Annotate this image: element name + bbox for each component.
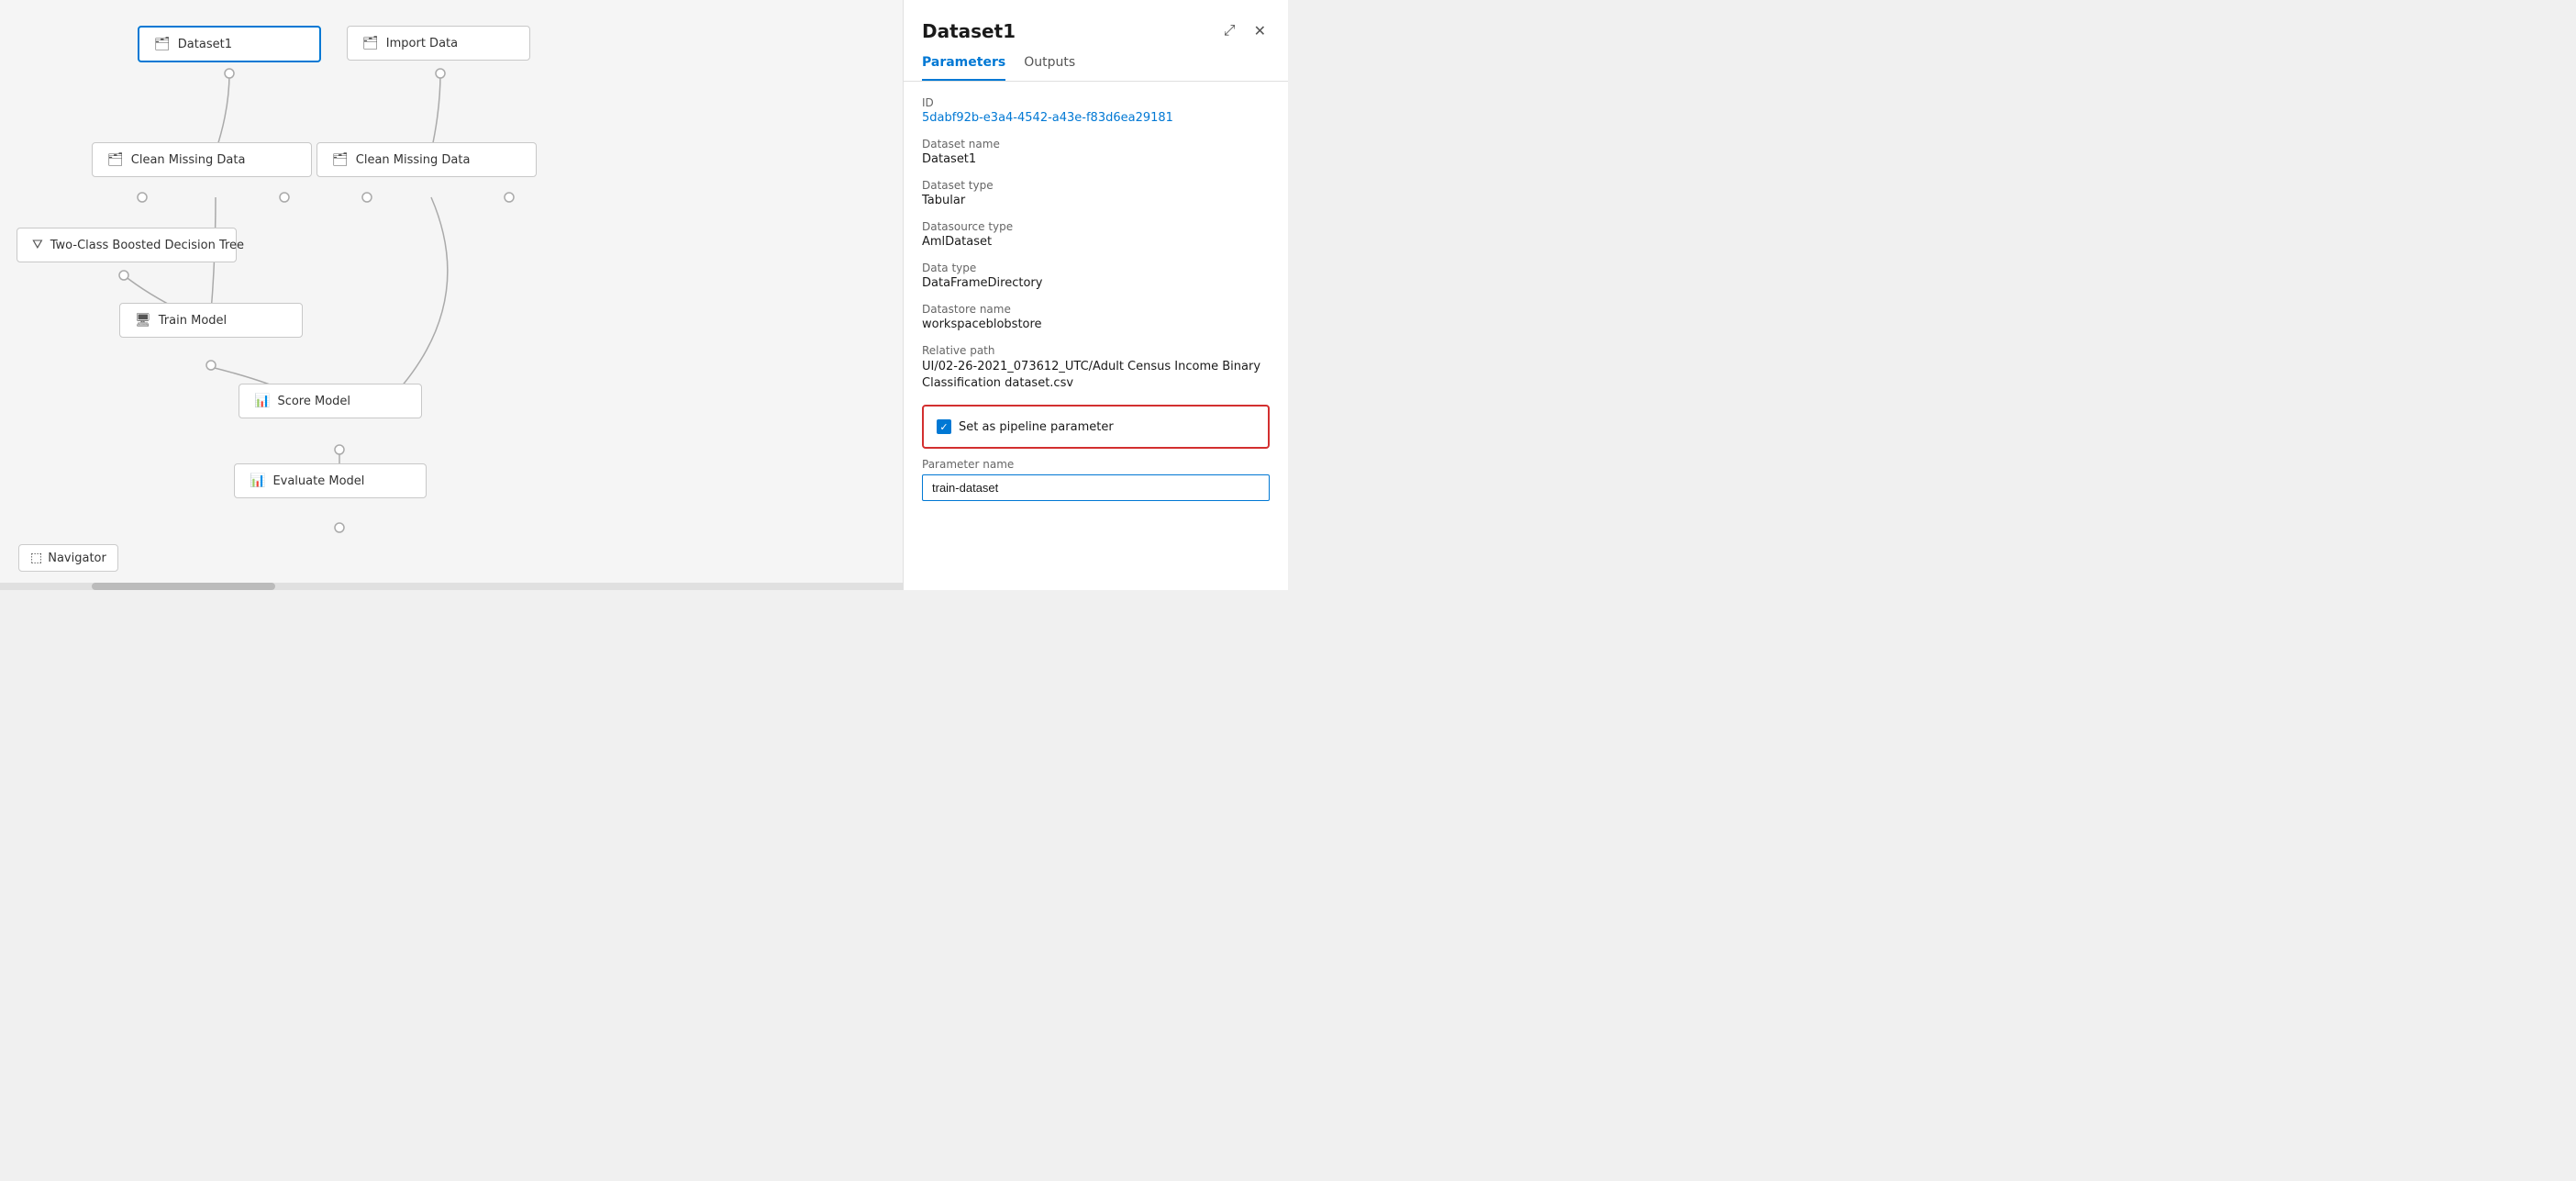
canvas-scrollbar-thumb[interactable] <box>92 583 275 590</box>
field-datasource-type-label: Datasource type <box>922 220 1270 233</box>
score-model-icon: 📊 <box>254 394 270 408</box>
node-clean-missing-2[interactable]: 🗂 Clean Missing Data <box>316 142 537 177</box>
node-evaluate-model[interactable]: 📊 Evaluate Model <box>234 463 427 498</box>
node-dataset1[interactable]: 🗂 Dataset1 <box>138 26 321 62</box>
pipeline-param-checkbox[interactable]: ✓ <box>937 419 951 434</box>
node-clean-missing-2-label: Clean Missing Data <box>356 153 471 167</box>
close-button[interactable]: ✕ <box>1250 18 1270 44</box>
field-datastore-name-label: Datastore name <box>922 303 1270 316</box>
evaluate-model-icon: 📊 <box>250 474 265 488</box>
node-decision-tree[interactable]: ⛛ Two-Class Boosted Decision Tree <box>17 228 237 262</box>
field-id: ID 5dabf92b-e3a4-4542-a43e-f83d6ea29181 <box>922 96 1270 125</box>
canvas-area: 🗂 Dataset1 🗂 Import Data 🗂 Clean Missing… <box>0 0 903 590</box>
field-dataset-type-label: Dataset type <box>922 179 1270 192</box>
pipeline-param-row[interactable]: ✓ Set as pipeline parameter <box>922 405 1270 449</box>
train-model-icon: 🖥 <box>135 313 151 328</box>
right-panel: Dataset1 ⤢ ✕ Parameters Outputs ID 5dabf… <box>903 0 1288 590</box>
import-data-icon: 🗂 <box>362 36 379 50</box>
field-dataset-type: Dataset type Tabular <box>922 179 1270 207</box>
field-datastore-name-value: workspaceblobstore <box>922 318 1270 331</box>
param-name-section: Parameter name <box>922 458 1270 501</box>
node-import-data[interactable]: 🗂 Import Data <box>347 26 530 61</box>
field-relative-path-label: Relative path <box>922 344 1270 357</box>
navigator-label: Navigator <box>48 552 106 565</box>
field-relative-path: Relative path UI/02-26-2021_073612_UTC/A… <box>922 344 1270 392</box>
panel-content: ID 5dabf92b-e3a4-4542-a43e-f83d6ea29181 … <box>904 96 1288 590</box>
field-dataset-name-label: Dataset name <box>922 138 1270 150</box>
field-dataset-name-value: Dataset1 <box>922 152 1270 166</box>
field-datastore-name: Datastore name workspaceblobstore <box>922 303 1270 331</box>
node-decision-tree-label: Two-Class Boosted Decision Tree <box>50 239 244 252</box>
param-name-input[interactable] <box>922 474 1270 501</box>
field-relative-path-value: UI/02-26-2021_073612_UTC/Adult Census In… <box>922 359 1270 392</box>
param-name-label: Parameter name <box>922 458 1270 471</box>
panel-tabs: Parameters Outputs <box>904 44 1288 82</box>
tab-parameters[interactable]: Parameters <box>922 55 1005 81</box>
canvas-scrollbar[interactable] <box>0 583 903 590</box>
field-dataset-name: Dataset name Dataset1 <box>922 138 1270 166</box>
navigator-button[interactable]: ⬚ Navigator <box>18 544 118 572</box>
field-id-label: ID <box>922 96 1270 109</box>
node-score-model[interactable]: 📊 Score Model <box>239 384 422 418</box>
field-data-type: Data type DataFrameDirectory <box>922 262 1270 290</box>
clean-missing-2-icon: 🗂 <box>332 152 349 167</box>
node-evaluate-model-label: Evaluate Model <box>272 474 364 488</box>
node-import-data-label: Import Data <box>386 37 458 50</box>
field-datasource-type: Datasource type AmlDataset <box>922 220 1270 249</box>
node-clean-missing-1[interactable]: 🗂 Clean Missing Data <box>92 142 312 177</box>
panel-header: Dataset1 ⤢ ✕ <box>904 0 1288 44</box>
panel-header-icons: ⤢ ✕ <box>1220 18 1270 44</box>
field-data-type-label: Data type <box>922 262 1270 274</box>
clean-missing-1-icon: 🗂 <box>107 152 124 167</box>
expand-button[interactable]: ⤢ <box>1220 19 1239 43</box>
connections-svg <box>0 0 903 590</box>
node-clean-missing-1-label: Clean Missing Data <box>131 153 246 167</box>
tab-outputs[interactable]: Outputs <box>1024 55 1075 81</box>
field-datasource-type-value: AmlDataset <box>922 235 1270 249</box>
node-train-model[interactable]: 🖥 Train Model <box>119 303 303 338</box>
panel-title: Dataset1 <box>922 20 1016 42</box>
decision-tree-icon: ⛛ <box>32 238 43 252</box>
field-id-value[interactable]: 5dabf92b-e3a4-4542-a43e-f83d6ea29181 <box>922 111 1270 125</box>
node-dataset1-label: Dataset1 <box>178 38 232 51</box>
field-dataset-type-value: Tabular <box>922 194 1270 207</box>
field-data-type-value: DataFrameDirectory <box>922 276 1270 290</box>
navigator-icon: ⬚ <box>30 551 42 565</box>
pipeline-param-label: Set as pipeline parameter <box>959 420 1114 434</box>
dataset-icon: 🗂 <box>154 37 171 51</box>
node-score-model-label: Score Model <box>277 395 350 408</box>
node-train-model-label: Train Model <box>159 314 227 328</box>
